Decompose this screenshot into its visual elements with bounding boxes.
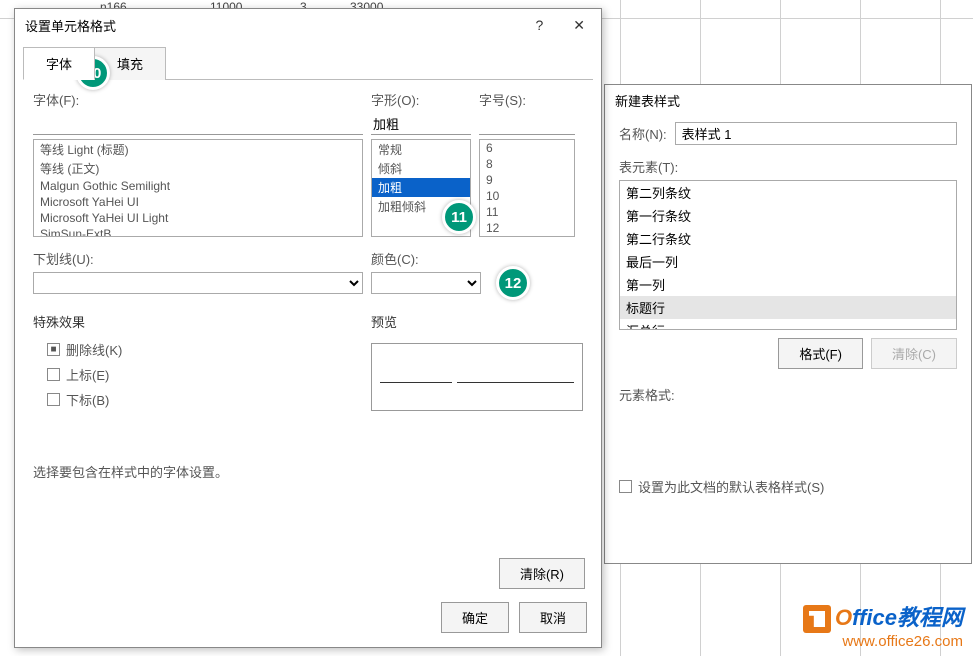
list-item[interactable]: 11 xyxy=(480,204,574,220)
superscript-label: 上标(E) xyxy=(66,365,109,384)
list-item[interactable]: 常规 xyxy=(372,140,470,159)
list-item[interactable]: 8 xyxy=(480,156,574,172)
name-label: 名称(N): xyxy=(619,124,667,143)
list-item[interactable]: 等线 (正文) xyxy=(34,159,362,178)
dialog2-title: 新建表样式 xyxy=(605,85,971,116)
clear-button[interactable]: 清除(C) xyxy=(871,338,957,369)
list-item[interactable]: Microsoft YaHei UI Light xyxy=(34,210,362,226)
list-item[interactable]: Microsoft YaHei UI xyxy=(34,194,362,210)
font-label: 字体(F): xyxy=(33,90,363,109)
callout-12: 12 xyxy=(496,266,530,300)
table-elements-list[interactable]: 第二列条纹 第一行条纹 第二行条纹 最后一列 第一列 标题行 汇总行 第一个标题… xyxy=(619,180,957,330)
list-item[interactable]: 标题行 xyxy=(620,296,956,319)
element-format-label: 元素格式: xyxy=(619,385,957,404)
ok-button[interactable]: 确定 xyxy=(441,602,509,633)
font-input[interactable] xyxy=(33,113,363,135)
new-table-style-dialog: 新建表样式 名称(N): 表元素(T): 第二列条纹 第一行条纹 第二行条纹 最… xyxy=(604,84,972,564)
list-item[interactable]: 汇总行 xyxy=(620,319,956,330)
callout-11: 11 xyxy=(442,200,476,234)
list-item[interactable]: 6 xyxy=(480,140,574,156)
list-item[interactable]: 等线 Light (标题) xyxy=(34,140,362,159)
size-input[interactable] xyxy=(479,113,575,135)
list-item[interactable]: 10 xyxy=(480,188,574,204)
preview-box xyxy=(371,343,583,411)
watermark-cn: 教程网 xyxy=(897,605,963,630)
effects-label: 特殊效果 xyxy=(33,312,363,331)
strike-checkbox[interactable]: ■ xyxy=(47,343,60,356)
help-button[interactable]: ? xyxy=(529,15,549,36)
list-item[interactable]: 第一行条纹 xyxy=(620,204,956,227)
subscript-checkbox[interactable] xyxy=(47,393,60,406)
format-button[interactable]: 格式(F) xyxy=(778,338,863,369)
underline-label: 下划线(U): xyxy=(33,249,363,268)
style-name-input[interactable] xyxy=(675,122,957,145)
watermark: Office教程网 www.office26.com xyxy=(803,600,963,650)
watermark-o: O xyxy=(835,605,852,630)
list-item[interactable]: 倾斜 xyxy=(372,159,470,178)
format-cells-dialog: 设置单元格格式 ? ✕ 字体 填充 字体(F): 等线 Light (标题) 等… xyxy=(14,8,602,648)
font-listbox[interactable]: 等线 Light (标题) 等线 (正文) Malgun Gothic Semi… xyxy=(33,139,363,237)
list-item[interactable]: SimSun-ExtB xyxy=(34,226,362,237)
default-style-label: 设置为此文档的默认表格样式(S) xyxy=(638,477,824,496)
size-label: 字号(S): xyxy=(479,90,575,109)
close-button[interactable]: ✕ xyxy=(567,15,591,36)
clear-r-button[interactable]: 清除(R) xyxy=(499,558,585,589)
default-style-checkbox[interactable] xyxy=(619,480,632,493)
size-listbox[interactable]: 6 8 9 10 11 12 xyxy=(479,139,575,237)
superscript-checkbox[interactable] xyxy=(47,368,60,381)
list-item[interactable]: 第二列条纹 xyxy=(620,181,956,204)
style-input[interactable] xyxy=(371,113,471,135)
watermark-url: www.office26.com xyxy=(803,633,963,650)
list-item[interactable]: 9 xyxy=(480,172,574,188)
preview-label: 预览 xyxy=(371,312,583,331)
subscript-label: 下标(B) xyxy=(66,390,109,409)
dialog-title: 设置单元格格式 xyxy=(25,16,116,35)
cancel-button[interactable]: 取消 xyxy=(519,602,587,633)
underline-combo[interactable] xyxy=(33,272,363,294)
list-item[interactable]: 第一列 xyxy=(620,273,956,296)
list-item[interactable]: 加粗 xyxy=(372,178,470,197)
list-item[interactable]: 第二行条纹 xyxy=(620,227,956,250)
elements-label: 表元素(T): xyxy=(619,157,957,176)
tab-font[interactable]: 字体 xyxy=(23,47,95,80)
color-label: 颜色(C): xyxy=(371,249,481,268)
list-item[interactable]: Malgun Gothic Semilight xyxy=(34,178,362,194)
strike-label: 删除线(K) xyxy=(66,340,122,359)
watermark-ffice: ffice xyxy=(852,605,897,630)
list-item[interactable]: 最后一列 xyxy=(620,250,956,273)
info-text: 选择要包含在样式中的字体设置。 xyxy=(33,462,583,481)
office-logo-icon xyxy=(803,605,831,633)
style-label: 字形(O): xyxy=(371,90,471,109)
list-item[interactable]: 12 xyxy=(480,220,574,236)
color-combo[interactable] xyxy=(371,272,481,294)
